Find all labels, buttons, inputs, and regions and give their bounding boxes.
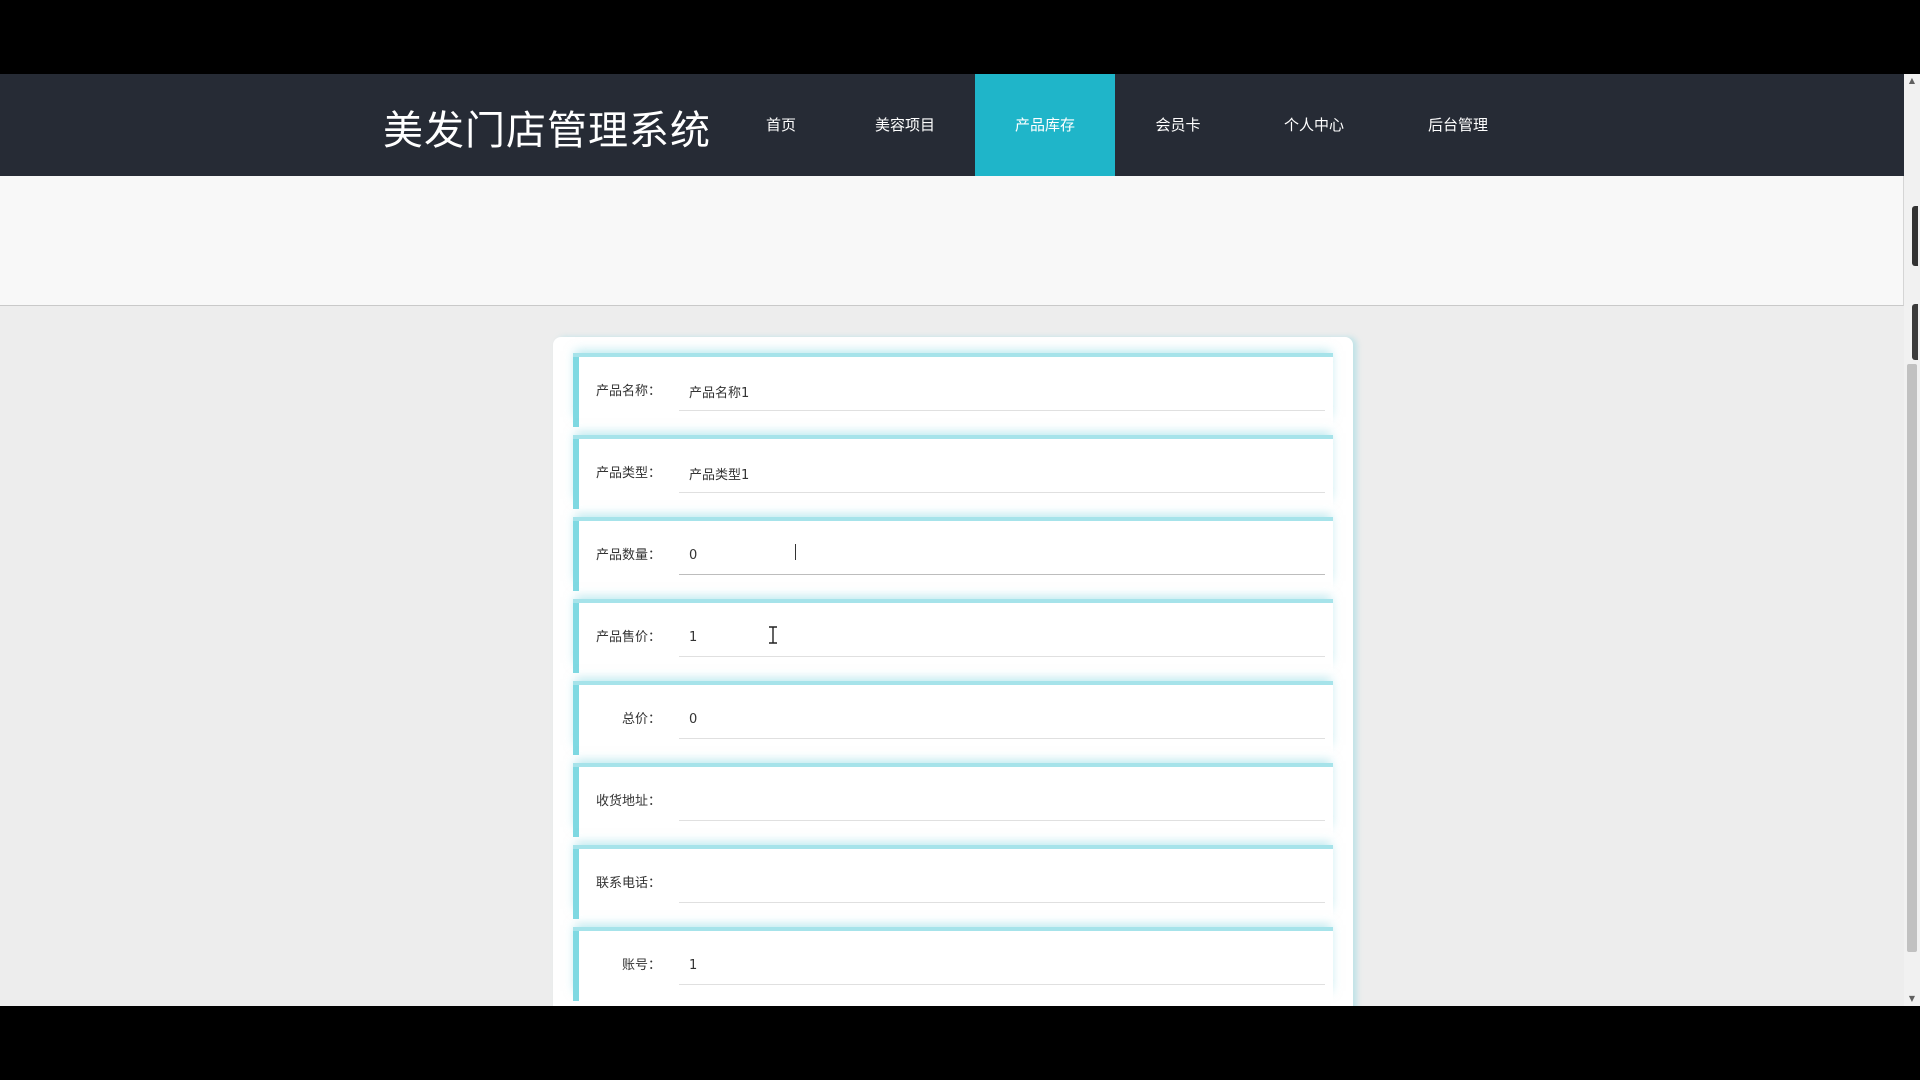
brand-title: 美发门店管理系统: [383, 108, 711, 154]
nav-item-member-card[interactable]: 会员卡: [1115, 74, 1241, 176]
form-row-shipping-address: 收货地址：: [573, 767, 1333, 837]
main-nav: 首页 美容项目 产品库存 会员卡 个人中心 后台管理: [727, 74, 1529, 176]
field-label: 产品名称：: [595, 384, 661, 399]
nav-item-product-inventory[interactable]: 产品库存: [975, 74, 1115, 176]
scroll-up-arrow-icon[interactable]: ▲: [1904, 74, 1920, 88]
form-row-product-name: 产品名称：: [573, 357, 1333, 427]
nav-item-personal-center[interactable]: 个人中心: [1241, 74, 1387, 176]
shipping-address-input[interactable]: [679, 783, 1325, 821]
field-label: 联系电话：: [595, 876, 661, 891]
account-input[interactable]: [679, 947, 1325, 985]
field-label: 账号：: [621, 958, 661, 973]
field-label: 产品数量：: [595, 548, 661, 563]
top-navbar: 美发门店管理系统 首页 美容项目 产品库存 会员卡 个人中心 后台管理: [0, 74, 1904, 176]
product-quantity-input[interactable]: [679, 537, 1325, 575]
field-label: 总价：: [621, 712, 661, 727]
scroll-down-arrow-icon[interactable]: ▼: [1904, 992, 1920, 1006]
field-label: 收货地址：: [595, 794, 661, 809]
form-row-total-price: 总价：: [573, 685, 1333, 755]
browser-viewport: 美发门店管理系统 首页 美容项目 产品库存 会员卡 个人中心 后台管理 产品名称…: [0, 74, 1904, 1006]
total-price-input[interactable]: [679, 701, 1325, 739]
form-row-product-price: 产品售价：: [573, 603, 1333, 673]
product-type-input[interactable]: [679, 455, 1325, 493]
form-row-account: 账号：: [573, 931, 1333, 1001]
product-form-panel: 产品名称： 产品类型： 产品数量： 产品售价： 总价： 收货地址： 联系电话：: [553, 337, 1353, 1006]
form-row-contact-phone: 联系电话：: [573, 849, 1333, 919]
side-tab-handle[interactable]: [1912, 206, 1918, 266]
side-tab-handle[interactable]: [1912, 304, 1918, 360]
field-label: 产品类型：: [595, 466, 661, 481]
nav-item-home[interactable]: 首页: [727, 74, 835, 176]
product-name-input[interactable]: [679, 373, 1325, 411]
nav-item-beauty-projects[interactable]: 美容项目: [835, 74, 975, 176]
form-row-product-quantity: 产品数量：: [573, 521, 1333, 591]
contact-phone-input[interactable]: [679, 865, 1325, 903]
ibeam-cursor-icon: [769, 626, 777, 644]
text-caret: [795, 544, 796, 560]
form-row-product-type: 产品类型：: [573, 439, 1333, 509]
scroll-thumb[interactable]: [1907, 364, 1917, 952]
banner-area: [0, 176, 1904, 306]
field-label: 产品售价：: [595, 630, 661, 645]
nav-item-admin[interactable]: 后台管理: [1387, 74, 1529, 176]
